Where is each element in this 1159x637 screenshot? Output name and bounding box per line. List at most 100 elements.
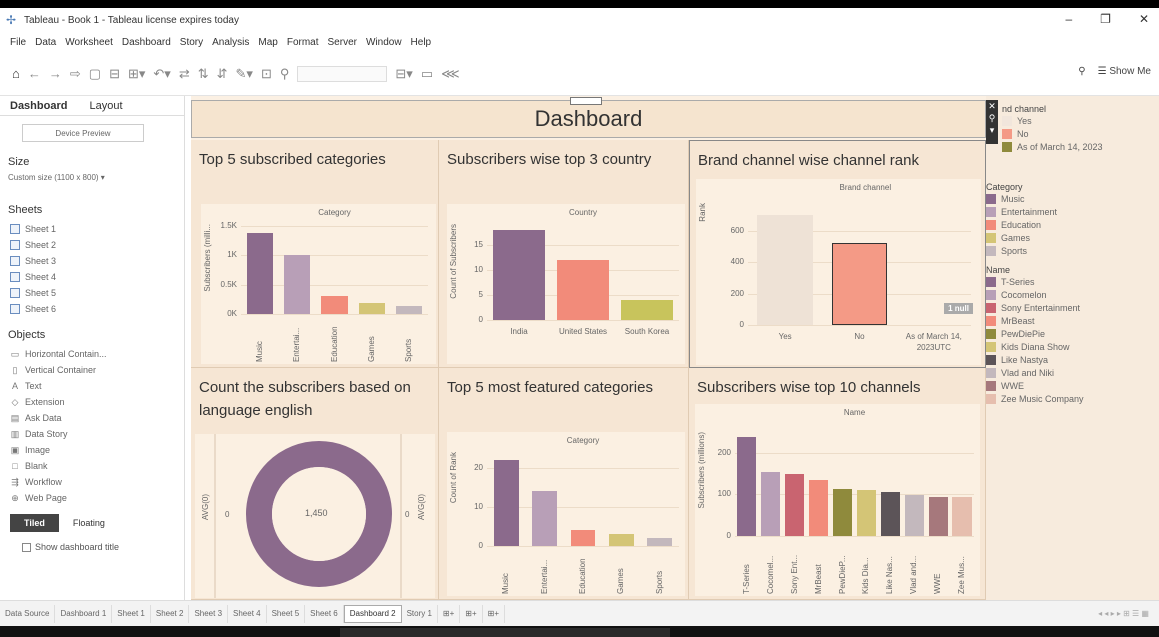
sheet-tab[interactable]: Story 1: [402, 604, 438, 623]
sheet-tab[interactable]: Sheet 2: [151, 604, 190, 623]
show-me-button[interactable]: ☰ Show Me: [1098, 66, 1151, 77]
legend-item[interactable]: As of March 14, 2023: [1002, 140, 1157, 153]
menu-item-format[interactable]: Format: [287, 37, 319, 48]
new-sheet-icon[interactable]: ⊞▾: [128, 66, 145, 82]
menu-item-help[interactable]: Help: [411, 37, 432, 48]
bar-music[interactable]: [493, 459, 519, 546]
sheet-tab[interactable]: Data Source: [0, 604, 56, 623]
legend-item[interactable]: Games: [986, 231, 1156, 244]
save-icon[interactable]: ▢: [89, 66, 101, 82]
bar-entertai-[interactable]: [284, 255, 311, 314]
object-item[interactable]: ▣ Image: [10, 442, 174, 458]
legend-item[interactable]: Sony Entertainment: [986, 301, 1156, 314]
selection-controls[interactable]: ✕ ⚲ ▾: [986, 100, 998, 144]
object-item[interactable]: ◇ Extension: [10, 394, 174, 410]
bar-sports[interactable]: [647, 538, 673, 546]
chart-brand-channel-rank[interactable]: Brand channel Rank 0 200 400 600 Yes No As of Ma…: [696, 179, 981, 365]
bar-south-korea[interactable]: [621, 300, 673, 320]
new-datasource-icon[interactable]: ⊟: [109, 66, 120, 82]
connect-icon[interactable]: ⇨: [70, 66, 81, 82]
legend-item[interactable]: Music: [986, 192, 1156, 205]
sheet-item[interactable]: Sheet 2: [10, 237, 174, 253]
sheet-tab[interactable]: Sheet 5: [267, 604, 306, 623]
object-item[interactable]: ▭ Horizontal Contain...: [10, 346, 174, 362]
bar-zee-mus-[interactable]: [952, 496, 972, 536]
legend-item[interactable]: T-Series: [986, 275, 1156, 288]
sheet-item[interactable]: Sheet 3: [10, 253, 174, 269]
new-worksheet-icon[interactable]: ⊞+: [438, 604, 461, 623]
legend-item[interactable]: Yes: [1002, 114, 1157, 127]
pin-toolbar-icon[interactable]: ⚲: [1078, 66, 1085, 77]
legend-item[interactable]: Zee Music Company: [986, 392, 1156, 405]
bar-mrbeast[interactable]: [809, 479, 829, 536]
legend-item[interactable]: Vlad and Niki: [986, 366, 1156, 379]
sheet-tab[interactable]: Sheet 6: [305, 604, 344, 623]
legend-item[interactable]: WWE: [986, 379, 1156, 392]
legend-item[interactable]: Sports: [986, 244, 1156, 257]
tab-dashboard[interactable]: Dashboard: [10, 100, 67, 112]
menu-item-server[interactable]: Server: [328, 37, 357, 48]
sheet-tab[interactable]: Sheet 1: [112, 604, 151, 623]
show-title-checkbox[interactable]: [22, 542, 31, 552]
presentation-icon[interactable]: ▭: [421, 66, 433, 82]
size-dropdown[interactable]: Custom size (1100 x 800) ▾: [0, 171, 184, 184]
object-item[interactable]: ▥ Data Story: [10, 426, 174, 442]
chart-top-10-channels[interactable]: Name Subscribers (millions) 0 100 200 T-Serie…: [695, 404, 980, 596]
new-dashboard-icon[interactable]: ⊞+: [460, 604, 483, 623]
chart-top-3-country[interactable]: Country Count of Subscribers 0 5 10 15 India Un…: [447, 204, 685, 364]
bar-kids-dia-[interactable]: [856, 489, 876, 536]
legend-item[interactable]: MrBeast: [986, 314, 1156, 327]
bar-united-states[interactable]: [557, 260, 609, 320]
bar-india[interactable]: [493, 230, 545, 320]
highlight-icon[interactable]: ✎▾: [236, 66, 253, 82]
back-icon[interactable]: ←: [28, 66, 41, 81]
panel-top-10-channels[interactable]: Subscribers wise top 10 channels Name Sub…: [689, 368, 986, 600]
restore-button[interactable]: ❐: [1100, 12, 1111, 26]
bar-games[interactable]: [358, 302, 385, 314]
sheet-tab[interactable]: Sheet 3: [189, 604, 229, 623]
sheet-item[interactable]: Sheet 6: [10, 301, 174, 317]
menu-item-file[interactable]: File: [10, 37, 26, 48]
object-item[interactable]: ▤ Ask Data: [10, 410, 174, 426]
menu-item-data[interactable]: Data: [35, 37, 56, 48]
tiled-toggle[interactable]: Tiled: [10, 514, 59, 532]
bar-games[interactable]: [608, 534, 634, 546]
legend-item[interactable]: Education: [986, 218, 1156, 231]
floating-toggle[interactable]: Floating: [59, 514, 119, 532]
share-icon[interactable]: ⋘: [441, 66, 460, 82]
legend-item[interactable]: Kids Diana Show: [986, 340, 1156, 353]
forward-icon[interactable]: →: [49, 66, 62, 81]
minimize-button[interactable]: –: [1065, 12, 1072, 26]
bar-music[interactable]: [246, 232, 273, 314]
bar-education[interactable]: [570, 530, 596, 546]
legend-item[interactable]: Like Nastya: [986, 353, 1156, 366]
sheet-item[interactable]: Sheet 4: [10, 269, 174, 285]
panel-brand-channel-rank[interactable]: Brand channel wise channel rank Brand ch…: [689, 140, 986, 368]
tab-nav-icons[interactable]: ◂ ◂ ▸ ▸ ⊞ ☰ ▦: [1098, 609, 1149, 618]
sheet-item[interactable]: Sheet 5: [10, 285, 174, 301]
fit-icon[interactable]: ⊟▾: [395, 66, 412, 82]
sheet-tab[interactable]: Sheet 4: [228, 604, 267, 623]
bar-pewdiep-[interactable]: [832, 489, 853, 536]
move-handle-icon[interactable]: [570, 97, 602, 105]
bar-yes[interactable]: [757, 214, 814, 325]
bar-sony-ent-[interactable]: [785, 473, 805, 536]
bar-vlad-and-[interactable]: [904, 495, 924, 536]
bar-cocomel-[interactable]: [761, 471, 781, 536]
legend-item[interactable]: Entertainment: [986, 205, 1156, 218]
menu-item-dashboard[interactable]: Dashboard: [122, 37, 171, 48]
bar-entertai-[interactable]: [532, 491, 558, 546]
object-item[interactable]: ⇶ Workflow: [10, 474, 174, 490]
swap-icon[interactable]: ⇄: [179, 66, 190, 82]
menu-item-story[interactable]: Story: [180, 37, 203, 48]
sheet-tab[interactable]: Dashboard 1: [55, 604, 113, 623]
device-preview-button[interactable]: Device Preview: [22, 124, 144, 142]
tab-layout[interactable]: Layout: [89, 100, 122, 112]
chart-language-english[interactable]: 1,450 AVG(0) 0 0 AVG(0): [195, 434, 435, 598]
object-item[interactable]: ▯ Vertical Container: [10, 362, 174, 378]
sheet-item[interactable]: Sheet 1: [10, 221, 174, 237]
sort-asc-icon[interactable]: ⇅: [198, 66, 209, 82]
bar-wwe[interactable]: [928, 496, 948, 536]
sort-desc-icon[interactable]: ⇵: [217, 66, 228, 82]
menu-item-map[interactable]: Map: [258, 37, 277, 48]
